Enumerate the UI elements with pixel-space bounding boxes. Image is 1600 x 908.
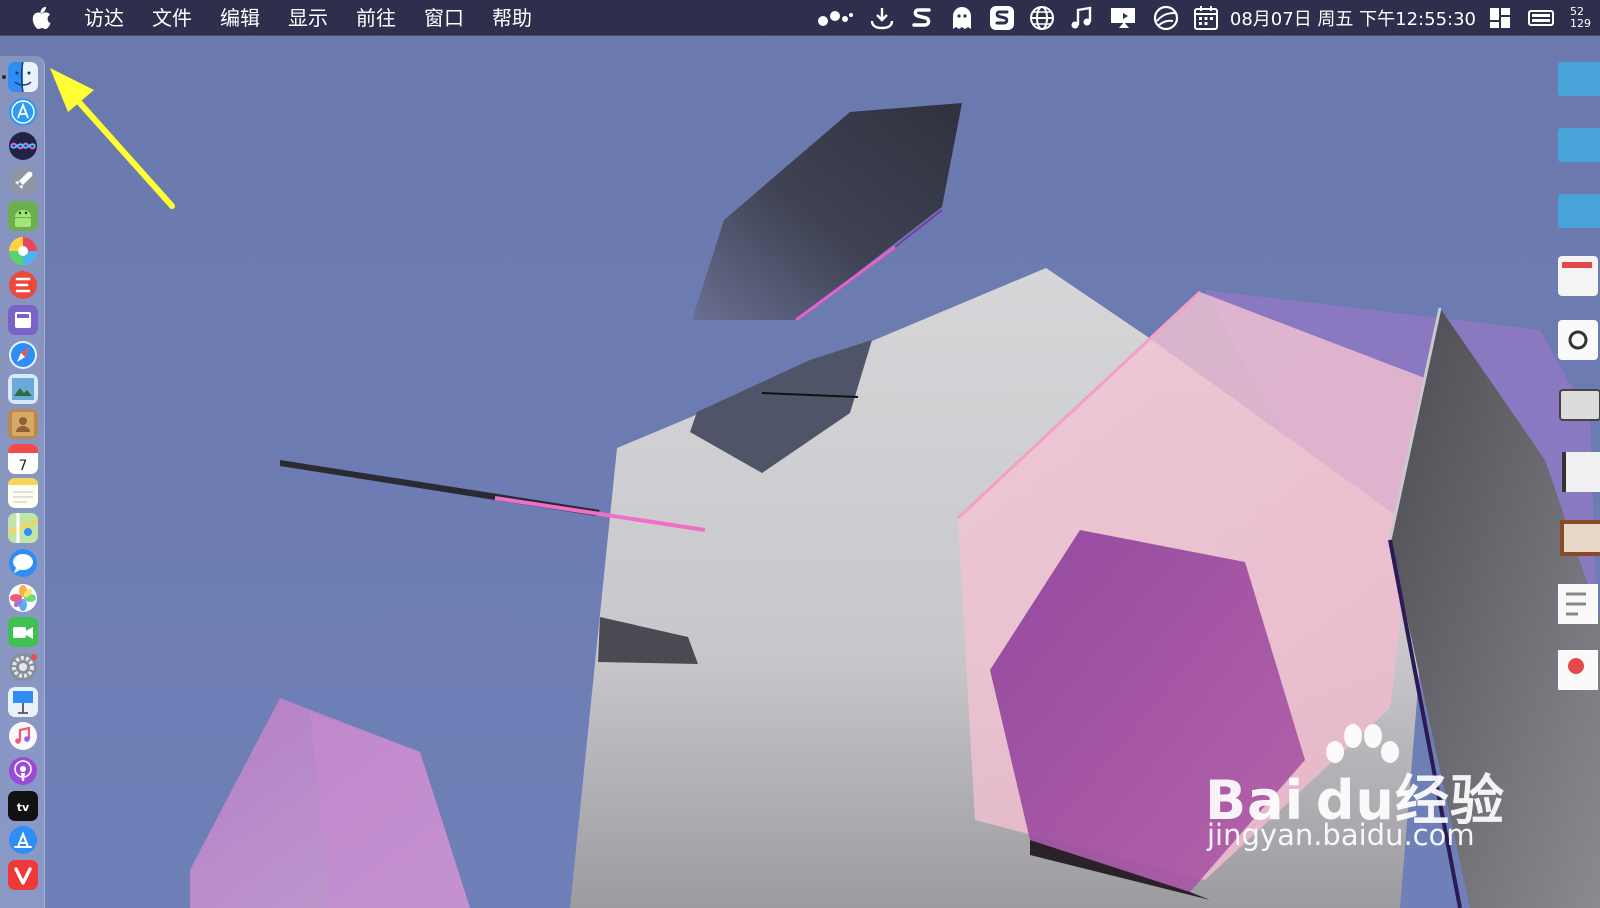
keynote-icon xyxy=(8,687,38,717)
desktop-file-3[interactable] xyxy=(1550,386,1600,426)
desktop-folder-3[interactable] xyxy=(1550,192,1600,232)
window-grid-icon[interactable] xyxy=(1487,5,1513,31)
dock-messages-icon[interactable] xyxy=(8,548,38,578)
photos-icon xyxy=(9,584,37,612)
dock-safari-icon[interactable] xyxy=(8,340,38,370)
facetime-icon xyxy=(8,617,38,647)
podcasts-icon xyxy=(9,757,37,785)
desktop-file-5[interactable] xyxy=(1550,518,1600,558)
watermark-site: jingyan.baidu.com xyxy=(1207,818,1475,852)
ghost-icon[interactable] xyxy=(949,5,975,31)
system-preferences-icon xyxy=(9,653,37,681)
red-app-icon xyxy=(9,271,37,299)
svg-text:tv: tv xyxy=(17,801,30,814)
status-area: 08月07日 周五 下午12:55:30 52 129 xyxy=(808,0,1600,36)
desktop[interactable]: 访达 文件 编辑 显示 前往 窗口 帮助 08月07日 周五 下午12:55:3… xyxy=(0,0,1600,908)
menu-edit[interactable]: 编辑 xyxy=(206,0,274,36)
dock-contacts-book-icon[interactable] xyxy=(8,409,38,439)
display-icon[interactable] xyxy=(1109,5,1139,31)
network-globe-icon[interactable] xyxy=(1153,5,1179,31)
notes-icon xyxy=(8,478,38,508)
messages-icon xyxy=(9,549,37,577)
desktop-file-4[interactable] xyxy=(1550,452,1600,492)
desktop-file-2[interactable] xyxy=(1550,320,1600,360)
menu-window[interactable]: 窗口 xyxy=(410,0,478,36)
dock-podcasts-icon[interactable] xyxy=(8,756,38,786)
desktop-folder-2[interactable] xyxy=(1550,126,1600,166)
network-speed-down: 129 xyxy=(1570,17,1591,30)
dock-vivaldi-icon[interactable] xyxy=(8,860,38,890)
calendar-icon: 7 xyxy=(8,444,38,474)
desktop-file-6[interactable] xyxy=(1550,584,1600,624)
globe-icon[interactable] xyxy=(1029,5,1055,31)
contacts-book-icon xyxy=(8,409,38,439)
dock-red-app-icon[interactable] xyxy=(8,270,38,300)
dock-app-store-icon[interactable] xyxy=(8,825,38,855)
clock-datetime[interactable]: 08月07日 周五 下午12:55:30 xyxy=(1230,5,1476,31)
app-store-icon xyxy=(9,826,37,854)
annotation-arrow-icon xyxy=(50,68,175,209)
download-icon[interactable] xyxy=(869,5,895,31)
dock-facetime-icon[interactable] xyxy=(8,617,38,647)
sogou-input-icon[interactable] xyxy=(989,5,1015,31)
menu-go[interactable]: 前往 xyxy=(342,0,410,36)
preview-icon xyxy=(8,374,38,404)
dock-calendar-icon[interactable]: 7 xyxy=(8,444,38,474)
music-note-icon[interactable] xyxy=(1069,5,1095,31)
sogou-s-icon[interactable] xyxy=(909,5,935,31)
dock-maps-icon[interactable] xyxy=(8,513,38,543)
network-speed: 52 129 xyxy=(1570,6,1596,30)
dock-notes-icon[interactable] xyxy=(8,478,38,508)
dock-purple-app-icon[interactable] xyxy=(8,305,38,335)
dock-color-wheel-icon[interactable] xyxy=(8,236,38,266)
purple-app-icon xyxy=(8,305,38,335)
dock-photos-icon[interactable] xyxy=(8,583,38,613)
calendar-icon[interactable] xyxy=(1193,5,1219,31)
desktop-folder-1[interactable] xyxy=(1550,60,1600,100)
desktop-file-1[interactable] xyxy=(1550,256,1600,296)
dock-keynote-icon[interactable] xyxy=(8,687,38,717)
color-wheel-icon xyxy=(9,237,37,265)
desktop-file-7[interactable] xyxy=(1550,650,1600,690)
baidu-jingyan-watermark: Bai du经验 jingyan.baidu.com xyxy=(1205,718,1505,868)
menu-view[interactable]: 显示 xyxy=(274,0,342,36)
itunes-icon xyxy=(9,722,37,750)
dock-preview-icon[interactable] xyxy=(8,374,38,404)
svg-text:7: 7 xyxy=(19,458,28,474)
safari-icon xyxy=(9,341,37,369)
battery-icon[interactable] xyxy=(1527,5,1557,31)
dock-apple-tv-icon[interactable]: tv xyxy=(8,791,38,821)
menu-help[interactable]: 帮助 xyxy=(478,0,546,36)
menu-bar: 访达 文件 编辑 显示 前往 窗口 帮助 08月07日 周五 下午12:55:3… xyxy=(0,0,1600,36)
dock-system-preferences-icon[interactable] xyxy=(8,652,38,682)
dock-itunes-icon[interactable] xyxy=(8,721,38,751)
apple-tv-icon: tv xyxy=(8,791,38,821)
vivaldi-icon xyxy=(8,860,38,890)
maps-icon xyxy=(8,513,38,543)
dots-app-icon[interactable] xyxy=(815,5,855,31)
